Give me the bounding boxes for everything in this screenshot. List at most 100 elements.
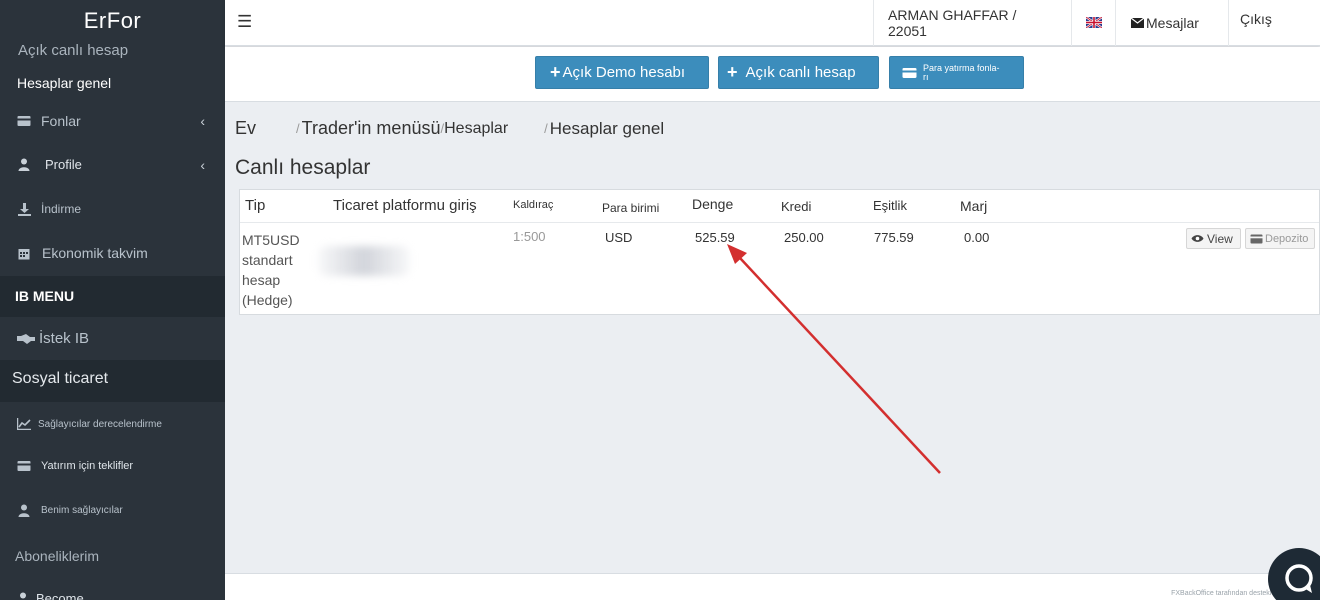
breadcrumb-separator: / (544, 121, 548, 136)
margin-value: 0.00 (964, 230, 990, 245)
user-plus-icon (18, 592, 32, 600)
sidebar-item-label: Fonlar (41, 113, 81, 129)
account-type-line: (Hedge) (242, 292, 293, 308)
sidebar-item-label: Açık canlı hesap (18, 42, 129, 59)
account-type-line: MT5USD (242, 232, 300, 248)
sidebar-item-subscriptions[interactable]: Aboneliklerim (15, 548, 99, 564)
sidebar: ErFor Açık canlı hesap Hesaplar genel Fo… (0, 0, 225, 600)
column-header-leverage: Kaldıraç (513, 199, 554, 211)
sidebar-item-label: Become (36, 591, 84, 600)
top-navbar: ☰ ARMAN GHAFFAR / 22051 Mesajlar Çıkış (225, 0, 1320, 46)
sidebar-item-funds[interactable]: Fonlar ‹ (17, 113, 225, 129)
eye-icon (1191, 234, 1204, 243)
credit-card-icon (17, 114, 31, 128)
button-label: View (1207, 231, 1233, 246)
page-title: Canlı hesaplar (235, 156, 371, 179)
breadcrumb-item-home[interactable]: Ev (235, 118, 256, 139)
balance-value: 525.59 (695, 230, 735, 245)
section-title: Sosyal ticaret (12, 370, 109, 387)
column-header-type: Tip (245, 197, 266, 214)
redacted-login-blur (318, 246, 410, 276)
chevron-left-icon: ‹ (200, 113, 205, 129)
breadcrumb: Ev / Trader'in menüsü / Hesaplar / Hesap… (235, 118, 664, 139)
logout-link[interactable]: Çıkış (1228, 0, 1320, 46)
live-chat-button[interactable] (1268, 548, 1320, 600)
user-icon (17, 158, 31, 172)
user-name: ARMAN GHAFFAR / 22051 (888, 7, 1017, 39)
uk-flag-icon (1084, 15, 1103, 31)
messages-label: Mesajlar (1146, 15, 1199, 31)
handshake-icon (17, 332, 35, 346)
account-type-line: standart (242, 252, 293, 268)
sidebar-item-become[interactable]: Become (18, 591, 84, 600)
currency-value: USD (605, 230, 633, 245)
calendar-icon (17, 246, 31, 260)
button-label: Depozito (1265, 232, 1309, 245)
sidebar-item-my-providers[interactable]: Benim sağlayıcılar (17, 503, 123, 517)
plus-icon: + (727, 62, 738, 82)
open-demo-account-button[interactable]: + Açık Demo hesabı (535, 56, 709, 89)
credit-card-icon (1250, 234, 1263, 244)
chart-icon (17, 417, 31, 431)
button-label: Açık Demo hesabı (562, 64, 686, 81)
button-label-line2: rı (923, 71, 929, 82)
download-icon (17, 202, 31, 216)
button-label-line1: Para yatırma fonla- (923, 62, 1000, 73)
sidebar-item-accounts-overview[interactable]: Hesaplar genel (17, 75, 111, 91)
credit-value: 250.00 (784, 230, 824, 245)
breadcrumb-item-trader-menu[interactable]: Trader'in menüsü (302, 118, 441, 139)
action-bar: + Açık Demo hesabı + Açık canlı hesap Pa… (225, 47, 1320, 102)
sidebar-item-investment-offers[interactable]: Yatırım için teklifler (17, 459, 133, 473)
plus-icon: + (550, 62, 561, 82)
sidebar-item-provider-ratings[interactable]: Sağlayıcılar derecelendirme (17, 417, 162, 431)
button-label-wrap: Para yatırma fonla- rı (923, 62, 1000, 82)
deposit-button[interactable]: Depozito (1245, 228, 1315, 249)
equity-value: 775.59 (874, 230, 914, 245)
button-label: Açık canlı hesap (745, 64, 856, 81)
brand-logo[interactable]: ErFor (0, 0, 225, 40)
column-header-currency: Para birimi (602, 201, 660, 215)
breadcrumb-item-accounts[interactable]: Hesaplar (444, 120, 508, 138)
language-flag-uk[interactable] (1071, 0, 1115, 46)
sidebar-item-request-ib[interactable]: İstek IB (17, 330, 89, 347)
deposit-funds-button[interactable]: Para yatırma fonla- rı (889, 56, 1024, 89)
sidebar-item-downloads[interactable]: İndirme (17, 202, 81, 216)
sidebar-item-calendar[interactable]: Ekonomik takvim (17, 245, 148, 261)
column-header-platform-login: Ticaret platformu giriş (333, 197, 477, 214)
sidebar-item-label: Benim sağlayıcılar (41, 504, 123, 516)
envelope-icon (1131, 18, 1144, 28)
view-account-button[interactable]: View (1186, 228, 1241, 249)
open-live-account-button[interactable]: + Açık canlı hesap (718, 56, 879, 89)
sidebar-item-label: Profile (45, 157, 82, 172)
credit-card-icon (902, 67, 917, 79)
user-account-menu[interactable]: ARMAN GHAFFAR / 22051 (873, 0, 1071, 46)
leverage-value: 1:500 (513, 229, 546, 244)
sidebar-item-label: İndirme (41, 202, 82, 216)
sidebar-item-profile[interactable]: Profile ‹ (17, 156, 225, 173)
sidebar-item-open-live[interactable]: Açık canlı hesap (18, 42, 128, 59)
section-title: IB MENU (15, 288, 75, 304)
sidebar-item-label: Sağlayıcılar derecelendirme (38, 418, 162, 430)
user-icon (17, 503, 31, 517)
column-header-equity: Eşitlik (873, 198, 907, 213)
account-type-line: hesap (242, 272, 281, 288)
chat-bubble-icon (1282, 562, 1316, 596)
column-header-credit: Kredi (781, 199, 812, 214)
column-header-balance: Denge (692, 196, 734, 212)
page-footer: FXBackOffice tarafından desteklenmektedi… (225, 573, 1320, 600)
column-header-margin: Marj (960, 198, 988, 214)
sidebar-section-ib: IB MENU (0, 276, 225, 317)
breadcrumb-item-accounts-overview: Hesaplar genel (549, 118, 665, 138)
logout-label: Çıkış (1240, 11, 1272, 27)
breadcrumb-separator: / (296, 121, 300, 136)
messages-link[interactable]: Mesajlar (1115, 0, 1228, 46)
header-divider (240, 222, 1319, 223)
card-icon (17, 459, 31, 473)
menu-toggle-icon[interactable]: ☰ (237, 12, 252, 32)
sidebar-item-label: İstek IB (39, 330, 90, 347)
sidebar-item-label: Aboneliklerim (15, 548, 100, 564)
chevron-left-icon: ‹ (200, 156, 205, 173)
sidebar-item-label: Ekonomik takvim (42, 245, 148, 261)
sidebar-section-social: Sosyal ticaret (0, 360, 225, 402)
sidebar-item-label: Yatırım için teklifler (41, 460, 134, 472)
